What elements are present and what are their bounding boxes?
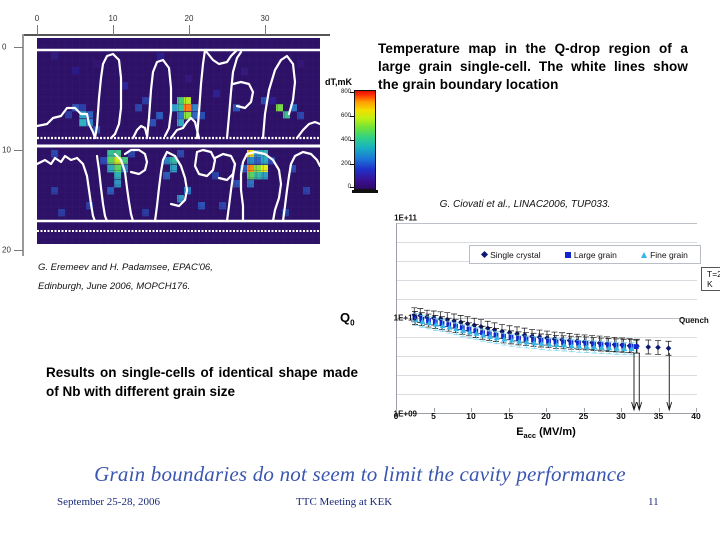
footer-date: September 25-28, 2006: [57, 496, 160, 508]
chart-x-mark-7: [658, 408, 660, 412]
colorbar-tick-400: 400: [340, 137, 351, 143]
y-axis-main: Q: [340, 310, 351, 325]
colorbar-tick-800: 800: [340, 89, 351, 95]
chart-x-mark-6: [621, 408, 622, 412]
tmap-x-mark-2: [189, 25, 190, 35]
results-text: Results on single-cells of identical sha…: [46, 365, 358, 399]
tmap-x-tick-group: 0 10 20 30: [22, 14, 332, 38]
citation-left-line2: Edinburgh, June 2006, MOPCH176.: [38, 281, 191, 292]
chart-x-tick-2: 10: [466, 411, 476, 421]
tmap-y-tick-0: 0: [2, 42, 7, 52]
chart-x-tick-3: 15: [503, 411, 514, 421]
chart-x-mark-1: [433, 408, 435, 412]
tmap-x-tick-2: 20: [184, 14, 194, 23]
q0-vs-eacc-chart: Q0 Single crystal Large grain Fine grain: [338, 214, 720, 450]
citation-left: G. Eremeev and H. Padamsee, EPAC'06, Edi…: [38, 258, 328, 296]
colorbar-gradient: [354, 90, 376, 190]
tmap-y-tick-group: 0 10 20: [0, 0, 36, 262]
x-axis-sub: acc: [523, 431, 537, 441]
colorbar-tick-0: 0: [333, 184, 351, 190]
footer-meeting: TTC Meeting at KEK: [296, 496, 393, 508]
temperature-annotation-box: T=2 K: [701, 267, 720, 291]
tmap-y-tick-1: 10: [2, 145, 11, 155]
chart-x-tick-6: 30: [616, 411, 626, 421]
chart-x-tick-8: 40: [691, 411, 701, 421]
description-text: Temperature map in the Q-drop region of …: [378, 41, 688, 92]
chart-x-axis-title: Eacc (MV/m): [516, 426, 576, 440]
chart-x-tick-0: 0: [393, 411, 399, 421]
citation-right: G. Ciovati et al., LINAC2006, TUP033.: [439, 199, 611, 210]
chart-x-tick-group: 0 5 10 15 20 25 30 35 40: [393, 218, 701, 433]
temperature-map-image: [37, 38, 320, 244]
chart-y-axis-title: Q0: [340, 310, 355, 328]
tmap-y-mark-0: [14, 47, 23, 48]
chart-x-tick-1: 5: [431, 411, 436, 421]
temperature-map-panel: 0 10 20 30 0 10 20: [0, 0, 345, 262]
chart-x-tick-4: 20: [541, 411, 551, 421]
y-axis-sub: 0: [350, 318, 355, 328]
tmap-x-mark-0: [37, 25, 38, 35]
chart-x-tick-5: 25: [578, 411, 589, 421]
chart-x-mark-8: [696, 408, 697, 412]
tmap-x-tick-3: 30: [260, 14, 270, 23]
colorbar-mark-600: [350, 116, 354, 117]
results-block: Results on single-cells of identical sha…: [46, 364, 358, 401]
chart-x-mark-4: [546, 408, 547, 412]
x-axis-unit: (MV/m): [536, 426, 576, 438]
chart-x-mark-0: [396, 408, 397, 412]
colorbar-mark-0: [350, 187, 354, 188]
chart-x-tick-7: 35: [653, 411, 664, 421]
colorbar-tick-200: 200: [340, 161, 351, 167]
chart-x-mark-5: [583, 408, 585, 412]
tmap-x-tick-1: 10: [108, 14, 118, 23]
footer: Grain boundaries do not seem to limit th…: [0, 462, 720, 514]
description-block: Temperature map in the Q-drop region of …: [378, 40, 688, 94]
colorbar-group: dT,mK 800 600 400 200 0: [325, 77, 383, 196]
chart-x-mark-3: [508, 408, 510, 412]
colorbar-tick-600: 600: [340, 113, 351, 119]
citation-left-line1: G. Eremeev and H. Padamsee, EPAC'06,: [38, 262, 213, 273]
tmap-y-mark-1: [14, 150, 23, 151]
colorbar-title: dT,mK: [325, 77, 352, 87]
chart-x-mark-2: [471, 408, 472, 412]
tmap-y-tick-2: 20: [2, 245, 11, 255]
footer-page-number: 11: [648, 496, 659, 508]
colorbar-mark-400: [350, 140, 354, 141]
tmap-y-mark-2: [14, 250, 23, 251]
tmap-x-mark-1: [113, 25, 114, 35]
colorbar-base: [352, 190, 378, 193]
footer-headline: Grain boundaries do not seem to limit th…: [94, 462, 626, 486]
tmap-x-mark-3: [265, 25, 266, 35]
colorbar-mark-800: [350, 92, 354, 93]
colorbar-mark-200: [350, 164, 354, 165]
